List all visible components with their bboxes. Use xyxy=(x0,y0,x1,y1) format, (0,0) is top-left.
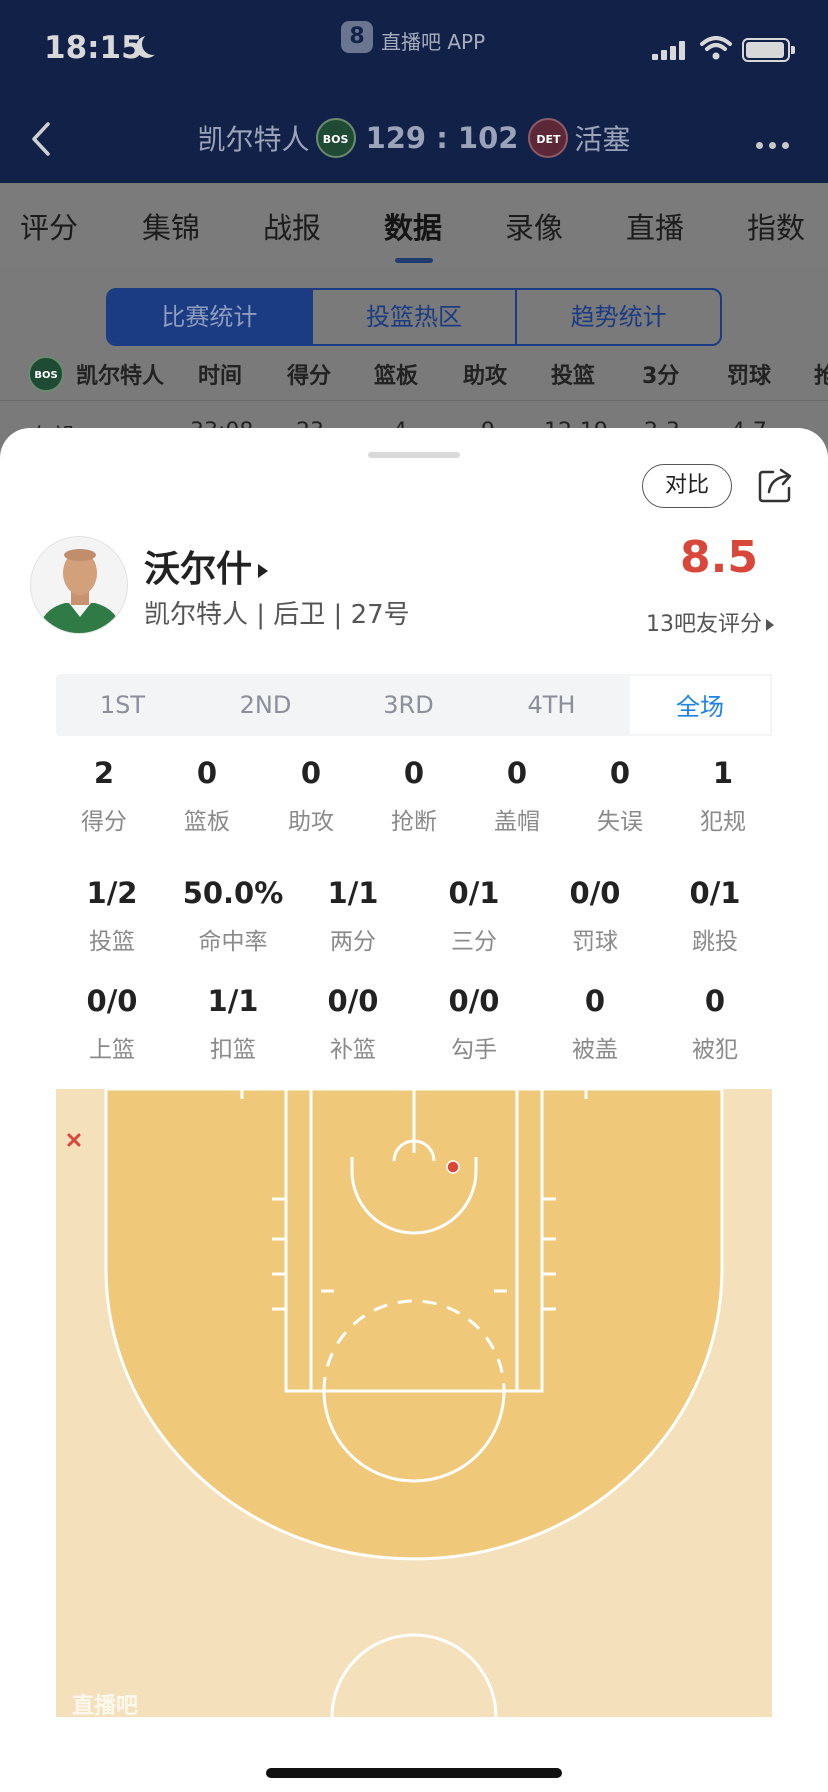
stats-segment-control: 比赛统计 投篮热区 趋势统计 xyxy=(106,288,722,346)
court-watermark: 直播吧 xyxy=(72,1693,138,1717)
tab-live[interactable]: 直播 xyxy=(626,205,684,247)
more-options-icon[interactable] xyxy=(756,134,796,149)
stat-steals: 0 抢断 xyxy=(391,756,437,835)
battery-icon xyxy=(742,38,795,62)
rating-count: 13吧友评分 xyxy=(646,612,762,637)
stat-tip-ins: 0/0 补篮 xyxy=(327,984,379,1063)
col-3pt: 3分 xyxy=(642,364,680,389)
player-rating: 8.5 xyxy=(680,532,758,583)
segment-trend-stats[interactable]: 趋势统计 xyxy=(517,290,720,344)
stat-dunks: 1/1 扣篮 xyxy=(207,984,259,1063)
status-bar: 18:15 8 直播吧 APP xyxy=(0,0,828,100)
segment-game-stats[interactable]: 比赛统计 xyxy=(108,290,313,344)
away-team-logo-icon: DET xyxy=(528,118,569,158)
moon-icon xyxy=(136,33,164,58)
stat-three-pointers: 0/1 三分 xyxy=(448,876,500,955)
player-name: 沃尔什 xyxy=(144,549,253,590)
stat-blocked: 0 被盖 xyxy=(572,984,618,1063)
stat-points: 2 得分 xyxy=(81,756,127,835)
tab-report[interactable]: 战报 xyxy=(263,205,321,247)
tab-replay[interactable]: 录像 xyxy=(505,205,563,247)
box-score-team: 凯尔特人 xyxy=(76,364,165,389)
play-arrow-icon xyxy=(258,564,269,578)
share-icon[interactable] xyxy=(757,466,795,504)
stat-field-goals: 1/2 投篮 xyxy=(86,876,138,955)
stat-fouls-drawn: 0 被犯 xyxy=(692,984,738,1063)
quarter-4th[interactable]: 4TH xyxy=(485,674,618,736)
away-team-name: 活塞 xyxy=(574,123,631,156)
player-avatar[interactable] xyxy=(30,536,128,634)
wifi-icon xyxy=(700,36,732,60)
stat-jump-shots: 0/1 跳投 xyxy=(689,876,741,955)
compare-button[interactable]: 对比 xyxy=(642,464,732,508)
col-ft: 罚球 xyxy=(727,364,772,389)
quarter-1st[interactable]: 1ST xyxy=(56,674,189,736)
stat-blocks: 0 盖帽 xyxy=(494,756,540,835)
col-steals: 抢 xyxy=(814,364,828,389)
home-indicator[interactable] xyxy=(266,1768,562,1778)
col-points: 得分 xyxy=(287,364,332,389)
quarter-3rd[interactable]: 3RD xyxy=(342,674,475,736)
match-score: 129 : 102 xyxy=(365,121,519,155)
stat-rebounds: 0 篮板 xyxy=(184,756,230,835)
stat-layups: 0/0 上篮 xyxy=(86,984,138,1063)
col-rebounds: 篮板 xyxy=(374,364,419,389)
quarter-2nd[interactable]: 2ND xyxy=(199,674,332,736)
rating-count-link[interactable]: 13吧友评分 xyxy=(646,606,774,638)
status-time: 18:15 xyxy=(44,30,143,66)
tab-data[interactable]: 数据 xyxy=(384,205,442,247)
team-logo-icon: BOS xyxy=(28,356,64,392)
stat-two-pointers: 1/1 两分 xyxy=(327,876,379,955)
stat-fouls: 1 犯规 xyxy=(700,756,746,835)
player-info: 凯尔特人 | 后卫 | 27号 xyxy=(144,600,410,630)
quarter-selector: 1ST 2ND 3RD 4TH 全场 xyxy=(56,674,772,736)
match-header: 18:15 8 直播吧 APP 凯尔特人 BOS 129 : 102 DET 活… xyxy=(0,0,828,183)
home-team-name: 凯尔特人 xyxy=(197,123,310,156)
col-assists: 助攻 xyxy=(463,364,508,389)
player-name-link[interactable]: 沃尔什 xyxy=(144,540,269,592)
col-time: 时间 xyxy=(198,364,243,389)
home-team-logo-icon: BOS xyxy=(315,118,356,158)
cellular-signal-icon xyxy=(652,40,690,60)
active-tab-indicator xyxy=(395,258,433,263)
stat-free-throws: 0/0 罚球 xyxy=(569,876,621,955)
match-score-row: 凯尔特人 BOS 129 : 102 DET 活塞 xyxy=(0,118,828,162)
sheet-grabber[interactable] xyxy=(368,452,460,458)
app-name: 直播吧 APP xyxy=(381,30,486,54)
tab-index[interactable]: 指数 xyxy=(747,205,805,247)
tab-rating[interactable]: 评分 xyxy=(20,205,78,247)
player-detail-sheet: 对比 沃尔什 凯尔特人 | 后卫 | 27号 8.5 13吧友评分 1ST 2N… xyxy=(0,428,828,1792)
quarter-full-game[interactable]: 全场 xyxy=(628,674,772,736)
chevron-right-icon xyxy=(766,619,774,631)
stat-assists: 0 助攻 xyxy=(288,756,334,835)
table-row[interactable]: 布朗 33:08 23 4 9 12-19 2-3 4-7 xyxy=(0,400,828,450)
stat-fg-percentage: 50.0% 命中率 xyxy=(182,876,284,955)
box-score-header: BOS 凯尔特人 时间 得分 篮板 助攻 投篮 3分 罚球 抢 xyxy=(0,356,828,400)
made-shot-marker xyxy=(446,1160,460,1174)
tab-highlights[interactable]: 集锦 xyxy=(142,205,200,247)
match-tabs: 评分 集锦 战报 数据 录像 直播 指数 xyxy=(0,183,828,267)
segment-shot-zones[interactable]: 投篮热区 xyxy=(313,290,518,344)
stat-hook-shots: 0/0 勾手 xyxy=(448,984,500,1063)
shot-chart-court: 直播吧 xyxy=(56,1089,772,1717)
col-fg: 投篮 xyxy=(551,364,596,389)
app-badge-icon: 8 xyxy=(341,21,373,53)
stat-turnovers: 0 失误 xyxy=(597,756,643,835)
